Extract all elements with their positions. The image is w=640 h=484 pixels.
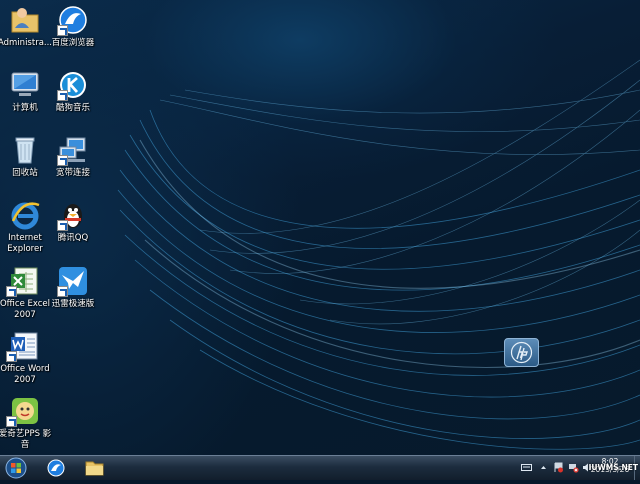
shortcut-arrow-icon [57,220,68,231]
desktop-icon-label: 百度浏览器 [51,38,95,48]
desktop-icon-iqiyi-pps[interactable]: 爱奇艺PPS 影音 [0,393,53,455]
desktop-icon-label: 酷狗音乐 [55,103,90,113]
desktop: Administra... 计算机 回收站 Internet Explorer [0,0,640,455]
taskbar: 8:02 2013/3/26 [0,455,640,480]
desktop-icon-label: 腾讯QQ [57,233,89,243]
desktop-icon-label: Office Word 2007 [0,364,50,385]
desktop-icon-qq[interactable]: 腾讯QQ [45,197,101,261]
baidu-browser-icon [47,459,65,477]
taskbar-explorer[interactable] [79,457,109,479]
shortcut-arrow-icon [57,286,68,297]
internet-explorer-icon [11,202,40,230]
computer-icon [11,72,39,96]
shortcut-arrow-icon [6,351,17,362]
desktop-icon-label: 宽带连接 [55,168,90,178]
shortcut-arrow-icon [57,90,68,101]
shortcut-arrow-icon [57,155,68,166]
taskbar-baidu-browser[interactable] [41,457,71,479]
desktop-icon-word[interactable]: Office Word 2007 [0,328,53,392]
hp-logo-mark [510,341,533,364]
shortcut-arrow-icon [57,25,68,36]
keyboard-icon[interactable] [521,462,532,473]
start-button[interactable] [3,456,29,480]
windows-orb-icon [5,457,27,479]
desktop-icon-label: 爱奇艺PPS 影音 [0,429,52,450]
desktop-icon-label: 迅雷极速版 [51,299,95,309]
desktop-icon-baidu-browser[interactable]: 百度浏览器 [45,2,101,66]
watermark-text: IUWMS.NET [588,463,638,472]
desktop-icon-kuwo-music[interactable]: 酷狗音乐 [45,67,101,131]
action-center-flag-icon[interactable] [553,462,564,473]
shortcut-arrow-icon [6,286,17,297]
hp-logo [504,338,539,367]
recycle-bin-icon [15,137,35,164]
network-disconnected-icon[interactable] [568,462,579,473]
shortcut-arrow-icon [6,416,17,427]
folder-icon [85,461,104,476]
show-hidden-icons-arrow-icon[interactable] [538,462,549,473]
user-folder-icon [11,8,39,33]
desktop-icon-broadband[interactable]: 宽带连接 [45,132,101,196]
desktop-icon-xunlei[interactable]: 迅雷极速版 [45,263,101,327]
